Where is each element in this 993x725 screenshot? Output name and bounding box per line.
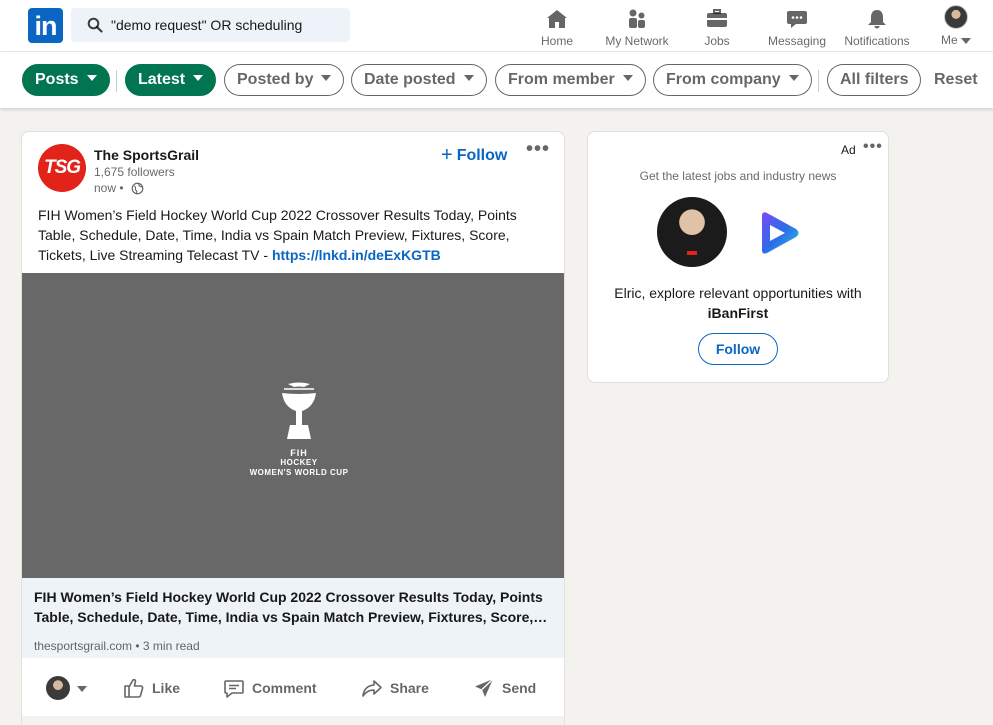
caret-down-icon bbox=[788, 74, 799, 81]
messaging-icon bbox=[787, 11, 807, 28]
filter-from-company[interactable]: From company bbox=[653, 64, 812, 96]
comment-icon bbox=[224, 680, 244, 698]
post-link[interactable]: https://lnkd.in/deExKGTB bbox=[272, 247, 441, 263]
chevron-down-icon bbox=[961, 37, 971, 44]
link-preview-meta: thesportsgrail.com • 3 min read bbox=[34, 639, 200, 653]
caret-down-icon bbox=[463, 74, 474, 81]
me-avatar bbox=[944, 5, 968, 29]
like-button[interactable]: Like bbox=[122, 674, 180, 702]
nav-jobs[interactable]: Jobs bbox=[695, 4, 739, 48]
author-logo[interactable]: TSG bbox=[38, 144, 86, 192]
social-actions: Like Comment Share Send bbox=[22, 662, 564, 714]
filter-date-posted-label: Date posted bbox=[364, 71, 456, 88]
search-bar[interactable]: "demo request" OR scheduling bbox=[71, 8, 350, 42]
trophy-icon bbox=[282, 382, 316, 439]
filter-latest[interactable]: Latest bbox=[125, 64, 217, 96]
ad-message: Elric, explore relevant opportunities wi… bbox=[588, 283, 888, 323]
link-preview[interactable]: FIH Women’s Field Hockey World Cup 2022 … bbox=[22, 578, 564, 658]
nav-me-label: Me bbox=[940, 33, 958, 47]
caret-down-icon bbox=[321, 74, 332, 81]
fih-world-cup-logo: FIH HOCKEY WOMEN'S WORLD CUP bbox=[244, 381, 354, 477]
author-followers: 1,675 followers bbox=[94, 165, 175, 179]
send-button-label: Send bbox=[502, 680, 537, 696]
more-options-icon[interactable]: ••• bbox=[526, 138, 550, 161]
more-options-icon[interactable]: ••• bbox=[863, 138, 883, 156]
search-icon bbox=[87, 17, 103, 33]
plus-icon: + bbox=[441, 144, 453, 166]
link-preview-title[interactable]: FIH Women’s Field Hockey World Cup 2022 … bbox=[34, 587, 554, 627]
filter-posts-label: Posts bbox=[35, 71, 79, 88]
divider bbox=[818, 70, 819, 92]
next-post-edge bbox=[22, 716, 564, 725]
share-button-label: Share bbox=[390, 680, 429, 696]
ad-message-text: Elric, explore relevant opportunities wi… bbox=[614, 285, 862, 301]
caret-down-icon bbox=[622, 74, 633, 81]
home-icon bbox=[547, 10, 567, 28]
divider bbox=[116, 70, 117, 92]
post-card: TSG The SportsGrail 1,675 followers now … bbox=[21, 131, 565, 725]
filter-all-filters[interactable]: All filters bbox=[827, 64, 922, 96]
fih-hockey-text: HOCKEY bbox=[280, 458, 318, 467]
post-time: now bbox=[94, 181, 117, 195]
top-navigation: in "demo request" OR scheduling Home My … bbox=[0, 0, 993, 52]
ibanfirst-logo-icon[interactable] bbox=[756, 210, 802, 256]
ad-label: Ad bbox=[841, 143, 856, 157]
nav-my-network[interactable]: My Network bbox=[597, 4, 677, 48]
filter-posted-by[interactable]: Posted by bbox=[224, 64, 345, 96]
filter-from-company-label: From company bbox=[666, 71, 781, 88]
ad-subtitle: Get the latest jobs and industry news bbox=[639, 169, 837, 183]
nav-home-label: Home bbox=[540, 34, 573, 48]
post-timestamp: now • bbox=[94, 181, 144, 195]
filter-posted-by-label: Posted by bbox=[237, 71, 314, 88]
nav-messaging-label: Messaging bbox=[767, 34, 827, 48]
follow-button[interactable]: + Follow bbox=[441, 143, 507, 166]
fih-womens-world-cup-text: WOMEN'S WORLD CUP bbox=[249, 468, 349, 477]
author-name[interactable]: The SportsGrail bbox=[94, 147, 199, 163]
fih-text: FIH bbox=[290, 448, 308, 458]
actor-avatar[interactable] bbox=[46, 676, 70, 700]
filter-from-member[interactable]: From member bbox=[495, 64, 646, 96]
caret-down-icon bbox=[86, 74, 97, 81]
caret-down-icon bbox=[193, 74, 204, 81]
filter-from-member-label: From member bbox=[508, 71, 615, 88]
filter-all-filters-label: All filters bbox=[840, 71, 909, 88]
nav-notifications-label: Notifications bbox=[844, 34, 910, 48]
globe-icon bbox=[131, 182, 144, 195]
share-icon bbox=[362, 680, 382, 697]
nav-home[interactable]: Home bbox=[533, 4, 581, 48]
link-preview-domain: thesportsgrail.com bbox=[34, 639, 133, 653]
comment-button[interactable]: Comment bbox=[222, 674, 317, 702]
filter-posts[interactable]: Posts bbox=[22, 64, 110, 96]
nav-me[interactable]: Me bbox=[936, 4, 976, 48]
ad-company-name[interactable]: iBanFirst bbox=[708, 305, 769, 321]
thumbs-up-icon bbox=[124, 678, 144, 698]
reset-button[interactable]: Reset bbox=[934, 64, 978, 96]
nav-messaging[interactable]: Messaging bbox=[763, 4, 831, 48]
linkedin-logo[interactable]: in bbox=[28, 8, 63, 43]
filter-bar: Posts Latest Posted by Date posted From … bbox=[0, 52, 993, 108]
post-body: FIH Women’s Field Hockey World Cup 2022 … bbox=[38, 205, 548, 265]
filter-latest-label: Latest bbox=[138, 71, 186, 88]
filter-date-posted[interactable]: Date posted bbox=[351, 64, 487, 96]
shirt-logo bbox=[687, 251, 697, 255]
like-button-label: Like bbox=[152, 680, 181, 696]
follow-button-label: Follow bbox=[456, 147, 508, 164]
chevron-down-icon[interactable] bbox=[77, 686, 87, 692]
nav-my-network-label: My Network bbox=[605, 34, 669, 48]
send-icon bbox=[475, 678, 494, 697]
link-preview-read-time: 3 min read bbox=[142, 639, 200, 653]
nav-jobs-label: Jobs bbox=[704, 34, 730, 48]
comment-button-label: Comment bbox=[252, 680, 317, 696]
send-button[interactable]: Send bbox=[472, 674, 536, 702]
bell-icon bbox=[868, 10, 886, 29]
people-icon bbox=[629, 9, 645, 28]
user-avatar bbox=[657, 197, 727, 267]
briefcase-icon bbox=[707, 9, 727, 27]
post-image[interactable]: FIH HOCKEY WOMEN'S WORLD CUP bbox=[22, 273, 564, 578]
share-button[interactable]: Share bbox=[360, 674, 429, 702]
nav-notifications[interactable]: Notifications bbox=[840, 4, 914, 48]
search-input[interactable]: "demo request" OR scheduling bbox=[111, 17, 302, 33]
ad-card: Ad ••• Get the latest jobs and industry … bbox=[587, 131, 889, 383]
ad-follow-button[interactable]: Follow bbox=[698, 333, 778, 365]
